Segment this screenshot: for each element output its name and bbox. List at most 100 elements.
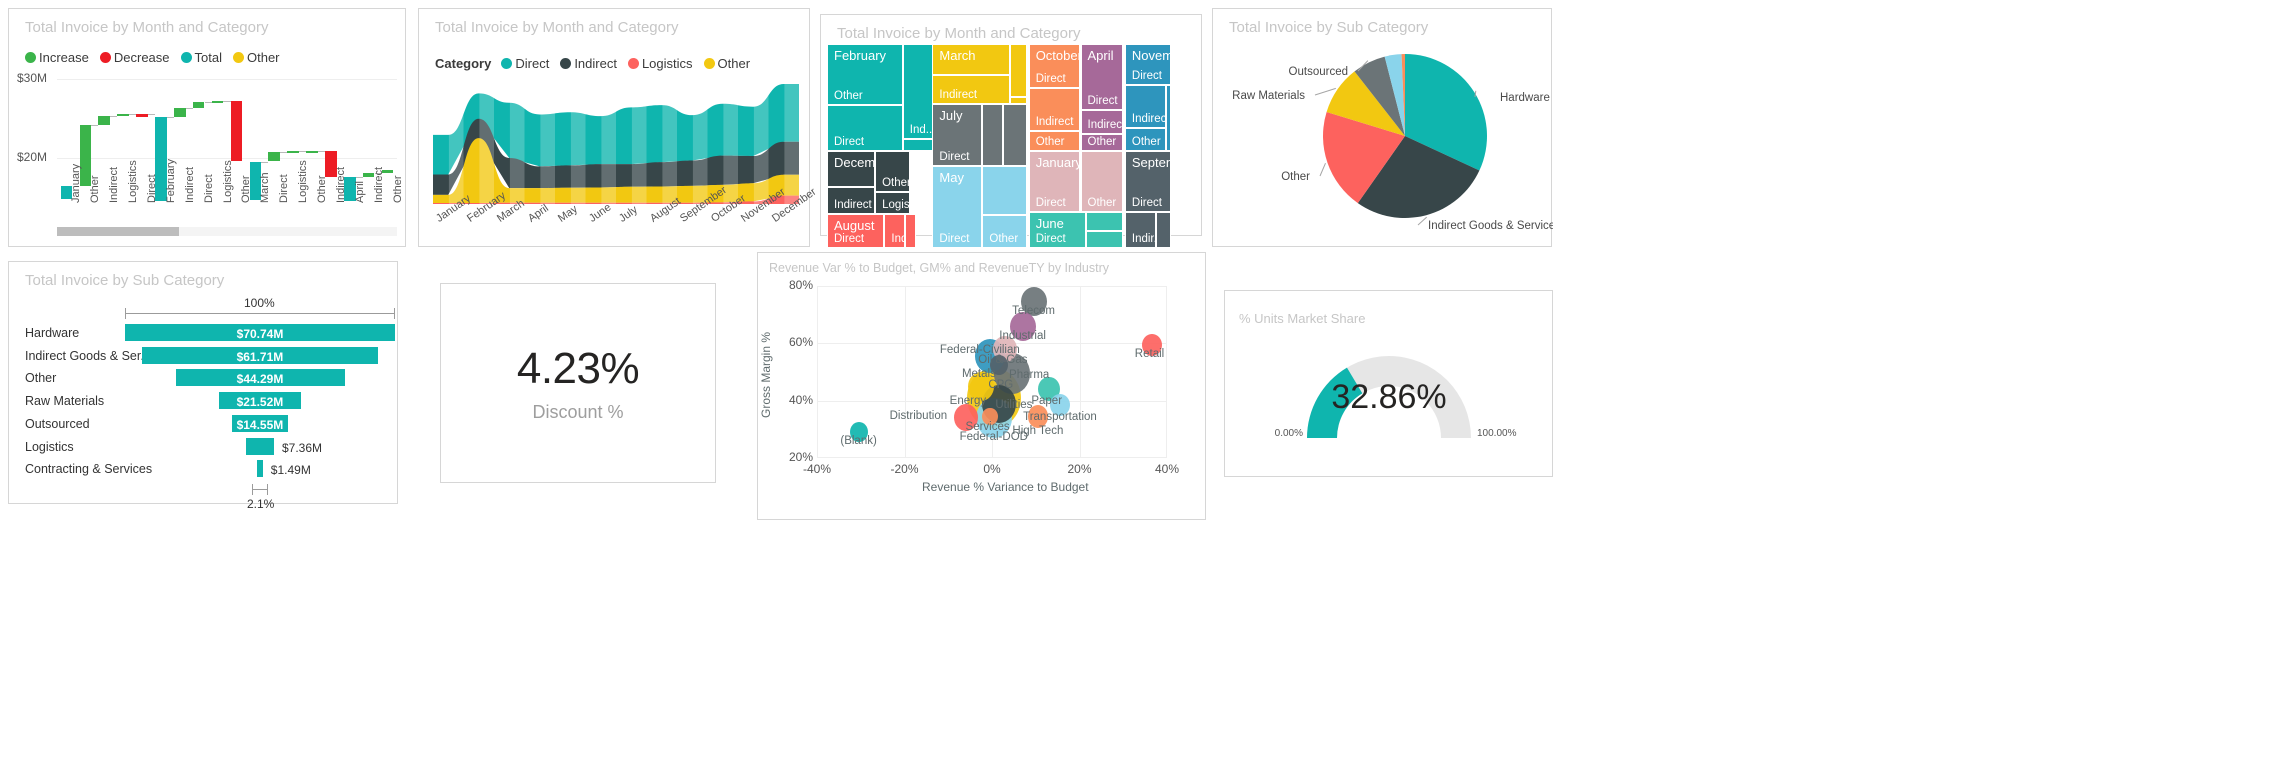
legend-item-other[interactable]: Other: [232, 50, 280, 65]
legend-item-increase[interactable]: Increase: [25, 50, 89, 65]
treemap-cell[interactable]: Other: [1080, 133, 1124, 152]
waterfall-card[interactable]: Total Invoice by Month and Category Incr…: [8, 8, 406, 247]
legend-item-label: Decrease: [113, 50, 170, 65]
bubble-x-tick: 0%: [983, 462, 1001, 476]
waterfall-x-tick: Indirect: [334, 166, 347, 203]
treemap-cell[interactable]: August Direct: [827, 214, 885, 248]
waterfall-bar[interactable]: [173, 108, 186, 117]
treemap-cell[interactable]: July Direct: [932, 104, 983, 167]
waterfall-bar[interactable]: [98, 115, 111, 125]
gauge-plot[interactable]: 32.86% 0.00% 100.00%: [1225, 291, 1554, 478]
area-x-tick: June: [586, 201, 614, 225]
bubble-point-label: Telecom: [1012, 305, 1055, 318]
bubble-card[interactable]: Revenue Var % to Budget, GM% and Revenue…: [757, 252, 1206, 520]
legend-item-indirect[interactable]: Indirect: [560, 56, 617, 71]
pie-card[interactable]: Total Invoice by Sub Category Hardware In…: [1212, 8, 1553, 247]
funnel-plot[interactable]: 100% Hardware $70.74M Indirect Goods & Ser.…: [9, 262, 399, 511]
treemap-plot[interactable]: February Other Direct Ind... December Indirec…: [827, 44, 1197, 248]
treemap-cell[interactable]: May Direct: [932, 166, 983, 248]
legend-item-decrease[interactable]: Decrease: [99, 50, 170, 65]
legend-item-logistics[interactable]: Logistics: [627, 56, 693, 71]
treemap-cell[interactable]: Ind...: [902, 44, 935, 139]
treemap-cell-category: Indirect: [1131, 112, 1165, 125]
gauge-card[interactable]: % Units Market Share 32.86% 0.00% 100.00%: [1224, 290, 1553, 477]
funnel-bar[interactable]: [246, 437, 275, 455]
treemap-cell-category: Ind...: [891, 232, 903, 245]
area-card[interactable]: Total Invoice by Month and Category Cate…: [418, 8, 818, 247]
legend-item-other[interactable]: Other: [703, 56, 751, 71]
treemap-cell-month: June: [1035, 216, 1064, 232]
waterfall-scrollbar-thumb[interactable]: [57, 227, 179, 236]
pie-plot[interactable]: Hardware Indirect Goods & Services Other Ra…: [1213, 31, 1553, 246]
kpi-card[interactable]: 4.23% Discount %: [440, 283, 716, 483]
legend-item-direct[interactable]: Direct: [501, 56, 549, 71]
waterfall-legend[interactable]: Increase Decrease Total Other: [25, 50, 287, 65]
treemap-cell[interactable]: Indirect: [1028, 87, 1081, 131]
waterfall-scrollbar-track[interactable]: [57, 227, 397, 236]
treemap-cell[interactable]: April Direct: [1080, 44, 1124, 111]
area-column-stripe: [540, 79, 555, 204]
treemap-cell[interactable]: Other: [1028, 130, 1081, 152]
waterfall-bar[interactable]: [287, 150, 299, 153]
treemap-cell[interactable]: [1010, 97, 1027, 105]
bubble-y-tick: 40%: [788, 392, 813, 407]
treemap-cell[interactable]: [1165, 84, 1172, 152]
bubble-point-label: Transportation: [1023, 410, 1097, 423]
treemap-cell[interactable]: [1156, 212, 1172, 248]
waterfall-bar[interactable]: [268, 152, 281, 161]
area-plot[interactable]: [433, 79, 799, 204]
treemap-cell-category: Indirect: [939, 89, 978, 102]
treemap-cell[interactable]: Indirect: [827, 186, 876, 215]
treemap-cell[interactable]: [982, 166, 1027, 216]
treemap-cell[interactable]: Novem... Direct: [1124, 44, 1172, 85]
area-legend[interactable]: Category Direct Indirect Logistics Other: [435, 56, 757, 71]
waterfall-bar[interactable]: [136, 114, 148, 117]
pie-callout-label: Indirect Goods & Services: [1428, 220, 1553, 232]
treemap-cell-category: Other: [989, 232, 1019, 245]
treemap-cell[interactable]: March: [932, 44, 1011, 75]
waterfall-bar[interactable]: [192, 101, 205, 108]
waterfall-connector: [223, 100, 231, 102]
treemap-cell[interactable]: Indir...: [1124, 212, 1157, 248]
funnel-bar[interactable]: [257, 460, 263, 478]
treemap-cell[interactable]: Other: [875, 151, 911, 192]
treemap-cell-category: Direct: [834, 136, 865, 149]
treemap-cell[interactable]: [982, 104, 1003, 167]
treemap-cell[interactable]: [1002, 104, 1027, 167]
treemap-cell-category: Direct: [1131, 197, 1162, 210]
treemap-cell[interactable]: December: [827, 151, 876, 187]
treemap-cell[interactable]: June Direct: [1028, 212, 1087, 248]
treemap-cell[interactable]: Logis...: [875, 191, 911, 215]
treemap-cell[interactable]: [1086, 212, 1123, 231]
treemap-card[interactable]: Total Invoice by Month and Category Febr…: [820, 14, 1202, 248]
legend-swatch-icon: [703, 58, 715, 69]
treemap-cell[interactable]: October Direct: [1028, 44, 1081, 88]
treemap-cell[interactable]: Indirect: [932, 74, 1011, 105]
treemap-cell[interactable]: Other: [982, 215, 1027, 248]
treemap-cell[interactable]: [902, 138, 935, 152]
waterfall-bar[interactable]: [306, 150, 318, 153]
treemap-cell-category: Direct: [1035, 232, 1066, 245]
legend-item-total[interactable]: Total: [180, 50, 222, 65]
waterfall-x-tick: February: [164, 158, 177, 203]
treemap-cell[interactable]: Other: [1124, 127, 1166, 152]
waterfall-bar[interactable]: [117, 114, 129, 117]
legend-item-label: Other: [717, 56, 751, 71]
treemap-cell[interactable]: Ind...: [884, 214, 905, 248]
treemap-cell[interactable]: Indirect: [1080, 110, 1124, 134]
treemap-cell[interactable]: [904, 214, 916, 248]
waterfall-bar[interactable]: [230, 100, 243, 161]
bubble-plot[interactable]: 20% 40% 60% 80% -40% -20% 0% 20% 40% Telecom Indus…: [758, 253, 1207, 521]
treemap-cell[interactable]: Septem... Direct: [1124, 151, 1172, 213]
funnel-card[interactable]: Total Invoice by Sub Category 100% Hardwa…: [8, 261, 399, 511]
treemap-cell-category: Other: [1087, 197, 1117, 210]
treemap-cell[interactable]: Direct: [827, 105, 903, 152]
treemap-cell[interactable]: Indirect: [1124, 84, 1166, 128]
treemap-cell[interactable]: [1086, 230, 1123, 248]
treemap-cell[interactable]: February Other: [827, 44, 903, 106]
waterfall-bar[interactable]: [211, 100, 224, 103]
treemap-cell-month: August: [834, 218, 875, 234]
treemap-cell[interactable]: Other: [1080, 151, 1124, 213]
treemap-cell[interactable]: January Direct: [1028, 151, 1081, 213]
treemap-cell[interactable]: [1010, 44, 1027, 97]
